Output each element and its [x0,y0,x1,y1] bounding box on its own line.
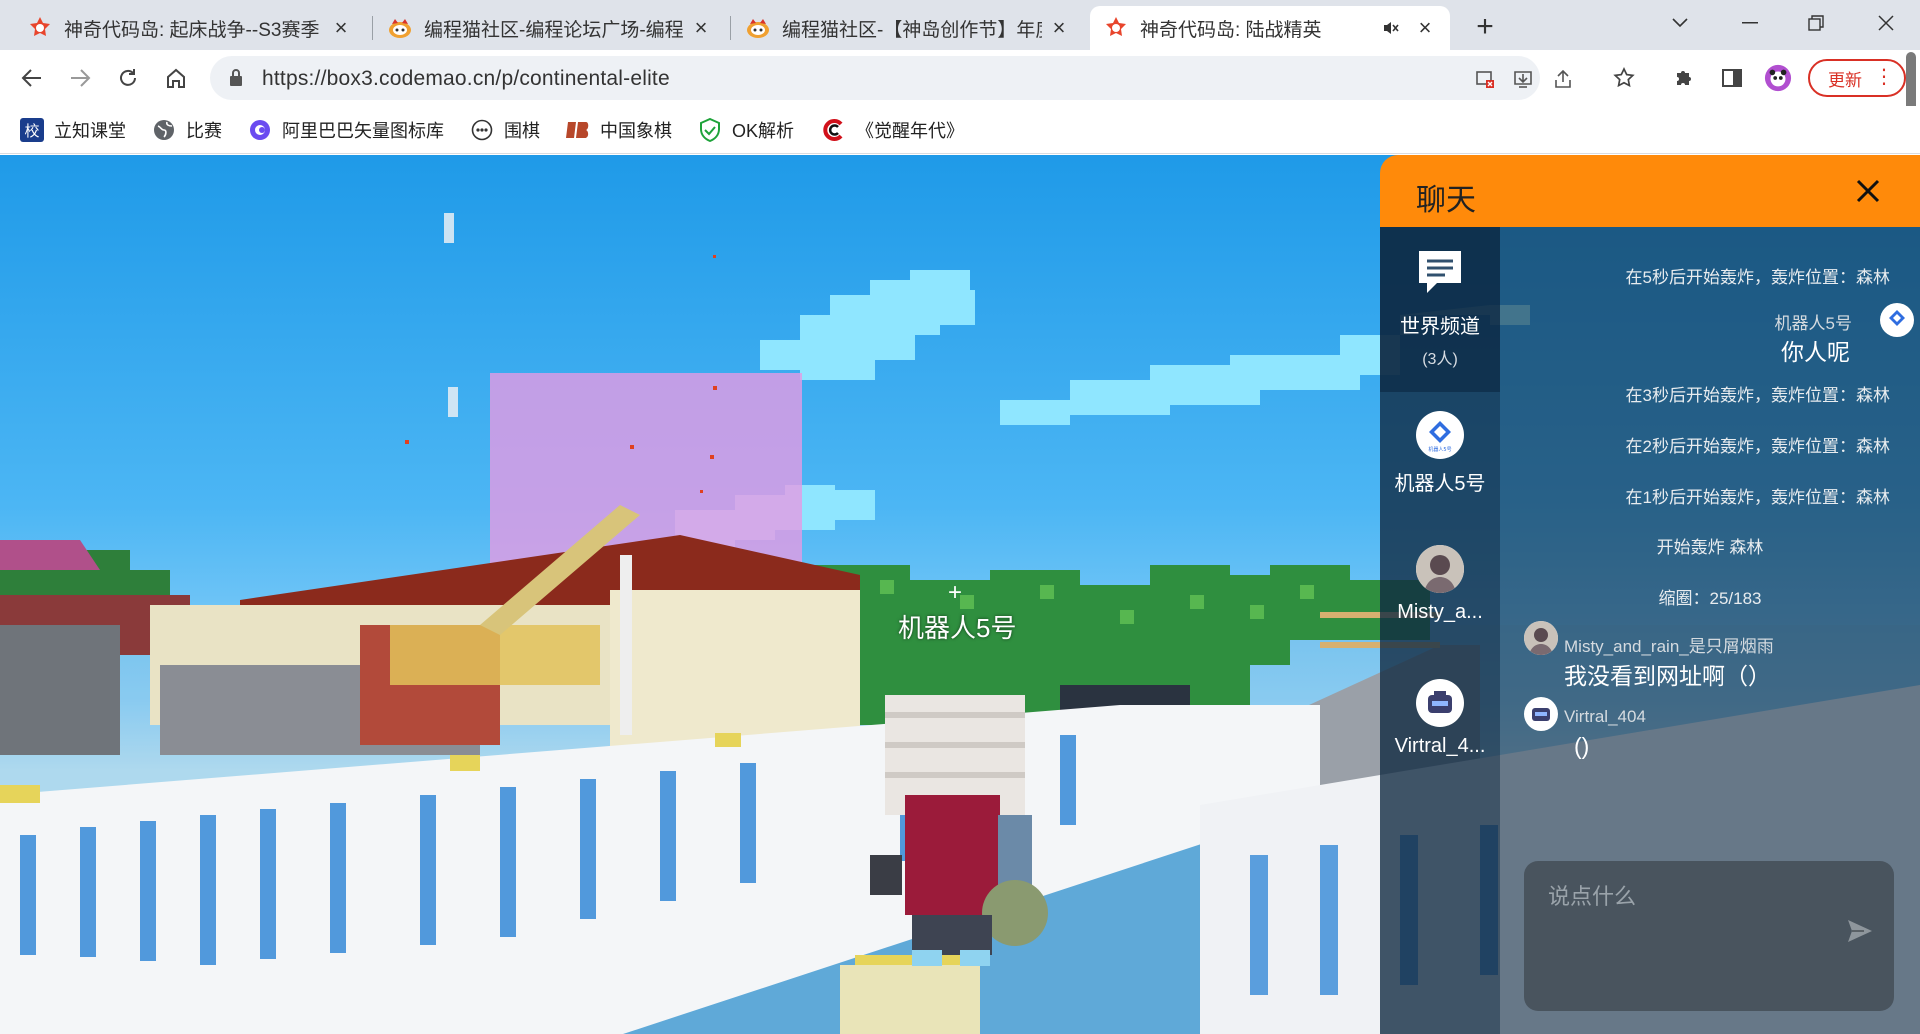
codemao-community-favicon [388,16,412,40]
chat-input[interactable] [1524,861,1894,1011]
bookmark-go[interactable]: 围棋 [470,116,540,144]
share-icon[interactable] [1550,66,1576,92]
tab-continental-elite[interactable]: 神奇代码岛: 陆战精英 × [1090,6,1450,50]
crosshair: + [948,579,963,606]
lizhi-icon: 校 [20,118,44,142]
install-app-icon[interactable] [1510,66,1536,92]
close-tab-icon[interactable]: × [1048,15,1070,40]
system-message: 在2秒后开始轰炸，轰炸位置：森林 [1625,437,1890,456]
lock-icon[interactable] [228,68,244,93]
chat-bubble-icon [1415,247,1465,302]
chat-body: 世界频道 (3人) 机器人5号 机器人5号 Misty_a... Virtral [1380,227,1920,1034]
channel-misty[interactable]: Misty_a... [1380,545,1500,665]
minimize-button[interactable] [1720,6,1780,40]
player-name-tag: 机器人5号 [898,613,1017,643]
message-sender: Virtral_404 [1564,707,1646,726]
bookmark-awakening-age[interactable]: 《觉醒年代》 [822,116,964,144]
misty-avatar [1416,545,1464,593]
system-message: 在3秒后开始轰炸，轰炸位置：森林 [1625,386,1890,405]
bookmarks-bar: 校 立知课堂 比赛 阿里巴巴矢量图标库 围棋 中国象棋 OK解析 《觉醒年代》 [0,106,1920,154]
new-tab-button[interactable]: + [1468,10,1502,44]
popup-blocked-icon[interactable] [1472,66,1498,92]
message-text: 我没看到网址啊（） [1564,663,1771,689]
message-list: 在5秒后开始轰炸，轰炸位置：森林 机器人5号 你人呢 在3秒后开始轰炸，轰炸位置… [1500,227,1920,857]
system-message: 缩圈：25/183 [1658,589,1762,608]
tab-bedwars[interactable]: 神奇代码岛: 起床战争--S3赛季 × [14,6,366,50]
chess-icon [566,118,590,142]
chat-title: 聊天 [1416,184,1476,217]
tab-search-icon[interactable] [1650,6,1710,40]
bookmark-chinese-chess[interactable]: 中国象棋 [566,116,672,144]
channel-world[interactable]: 世界频道 (3人) [1380,227,1500,392]
extensions-puzzle-icon[interactable] [1670,64,1698,92]
forward-button[interactable] [62,60,98,96]
svg-text:机器人5号: 机器人5号 [1428,446,1451,453]
message-sender: Misty_and_rain_是只屑烟雨 [1564,637,1774,656]
address-bar[interactable]: https://box3.codemao.cn/p/continental-el… [210,56,1571,100]
reload-button[interactable] [110,60,146,96]
close-icon [1856,179,1880,203]
update-button[interactable]: 更新 ⋮ [1808,59,1906,97]
robot-avatar: 机器人5号 [1416,411,1464,459]
chat-header: 聊天 [1380,155,1920,227]
system-message: 在1秒后开始轰炸，轰炸位置：森林 [1625,488,1890,507]
tab-festival[interactable]: 编程猫社区-【神岛创作节】年度 × [732,6,1084,50]
close-chat-button[interactable] [1850,173,1886,209]
shield-check-icon [698,118,722,142]
tab-separator [372,16,373,40]
bookmark-competition[interactable]: 比赛 [152,116,222,144]
profile-avatar[interactable] [1764,64,1792,92]
svg-text:校: 校 [24,122,39,140]
channel-virtral[interactable]: Virtral_4... [1380,679,1500,799]
bookmark-star-icon[interactable] [1610,64,1638,92]
muted-speaker-icon[interactable] [1380,17,1402,39]
bookmark-lizhi[interactable]: 校 立知课堂 [20,116,126,144]
close-tab-icon[interactable]: × [1414,15,1436,40]
close-window-button[interactable] [1856,6,1916,40]
channel-robot5[interactable]: 机器人5号 机器人5号 [1380,411,1500,531]
home-button[interactable] [158,60,194,96]
back-button[interactable] [14,60,50,96]
go-icon [470,118,494,142]
send-button[interactable] [1842,913,1878,949]
message-text: 你人呢 [1781,339,1850,365]
codemao-community-favicon [746,16,770,40]
globe-icon [152,118,176,142]
tab-strip: 神奇代码岛: 起床战争--S3赛季 × 编程猫社区-编程论坛广场-编程学 × 编… [0,0,1920,50]
iconfont-icon [248,118,272,142]
virtral-avatar [1524,697,1558,731]
c-logo-icon [822,118,846,142]
system-message: 开始轰炸 森林 [1656,538,1764,557]
message-text: () [1574,733,1590,759]
system-message: 在5秒后开始轰炸，轰炸位置：森林 [1625,268,1890,287]
send-icon [1848,920,1872,942]
virtral-avatar [1416,679,1464,727]
bookmark-iconfont[interactable]: 阿里巴巴矢量图标库 [248,116,444,144]
tab-forum[interactable]: 编程猫社区-编程论坛广场-编程学 × [374,6,726,50]
side-panel-icon[interactable] [1718,64,1746,92]
message-sender: 机器人5号 [1774,314,1852,333]
codemao-island-favicon [28,16,52,40]
tab-separator [730,16,731,40]
codemao-island-favicon [1104,16,1128,40]
robot-avatar [1880,303,1914,337]
browser-toolbar: https://box3.codemao.cn/p/continental-el… [0,50,1920,106]
bookmark-ok-parse[interactable]: OK解析 [698,116,794,144]
misty-avatar [1524,621,1558,655]
chat-panel: 聊天 世界频道 (3人) 机器人5号 机器人5号 Misty_a... Virt… [1380,155,1920,1034]
close-tab-icon[interactable]: × [690,15,712,40]
chat-input-box[interactable] [1524,861,1894,1011]
close-tab-icon[interactable]: × [330,15,352,40]
channel-list: 世界频道 (3人) 机器人5号 机器人5号 Misty_a... Virtral [1380,227,1500,1034]
restore-button[interactable] [1786,6,1846,40]
url-text[interactable]: https://box3.codemao.cn/p/continental-el… [262,67,670,91]
menu-dots-icon[interactable]: ⋮ [1874,66,1894,88]
